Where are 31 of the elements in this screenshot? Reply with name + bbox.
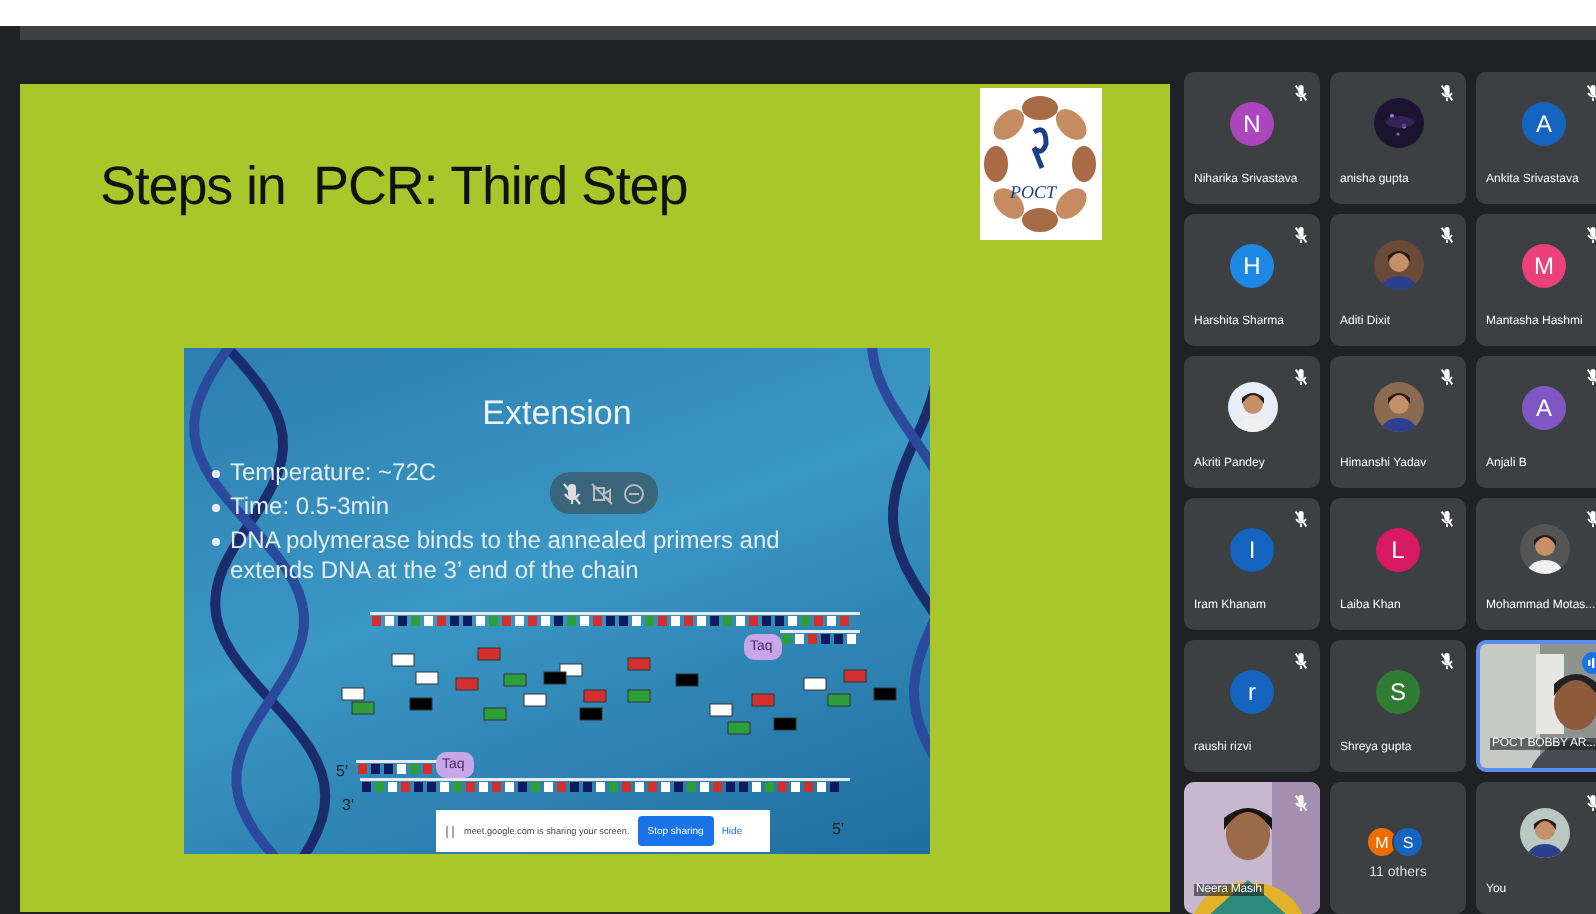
bullet-icon (212, 504, 220, 512)
avatar-initial: r (1230, 670, 1274, 714)
avatar-initial: A (1522, 102, 1566, 146)
dna-strand-drawing (780, 630, 860, 644)
slide-title: Steps in PCR: Third Step (100, 156, 688, 218)
bullet-text: Time: 0.5-3min (230, 492, 390, 522)
avatar-initial: N (1230, 102, 1274, 146)
handle-icon[interactable] (444, 823, 456, 839)
avatar-initial: M (1366, 826, 1398, 858)
avatar-initial: L (1376, 528, 1420, 572)
bullet-text: DNA polymerase binds to the annealed primers and extends DNA at the 3’ end of the chain (230, 526, 782, 586)
minus-circle-icon[interactable] (622, 481, 646, 505)
avatar-initial: A (1522, 386, 1566, 430)
mic-off-icon[interactable] (562, 481, 582, 505)
strand-end-label: 5' (336, 762, 348, 780)
camera-off-icon[interactable] (590, 481, 614, 505)
bullet-text: Temperature: ~72C (230, 458, 437, 488)
avatar-initial: H (1230, 244, 1274, 288)
bullet-icon (212, 538, 220, 546)
avatar-initial: S (1392, 826, 1424, 858)
avatar-initial: S (1376, 670, 1420, 714)
avatar-initial: M (1522, 244, 1566, 288)
slide-heading: Extension (480, 394, 634, 434)
strand-end-label: 3' (342, 796, 354, 814)
dna-strand-drawing (356, 760, 440, 774)
enzyme-label (744, 634, 782, 660)
avatar-initial: I (1230, 528, 1274, 572)
strand-end-label: 5' (832, 820, 844, 838)
bullet-icon (212, 470, 220, 478)
enzyme-label (436, 752, 474, 778)
logo-text: POCT (1010, 182, 1057, 202)
